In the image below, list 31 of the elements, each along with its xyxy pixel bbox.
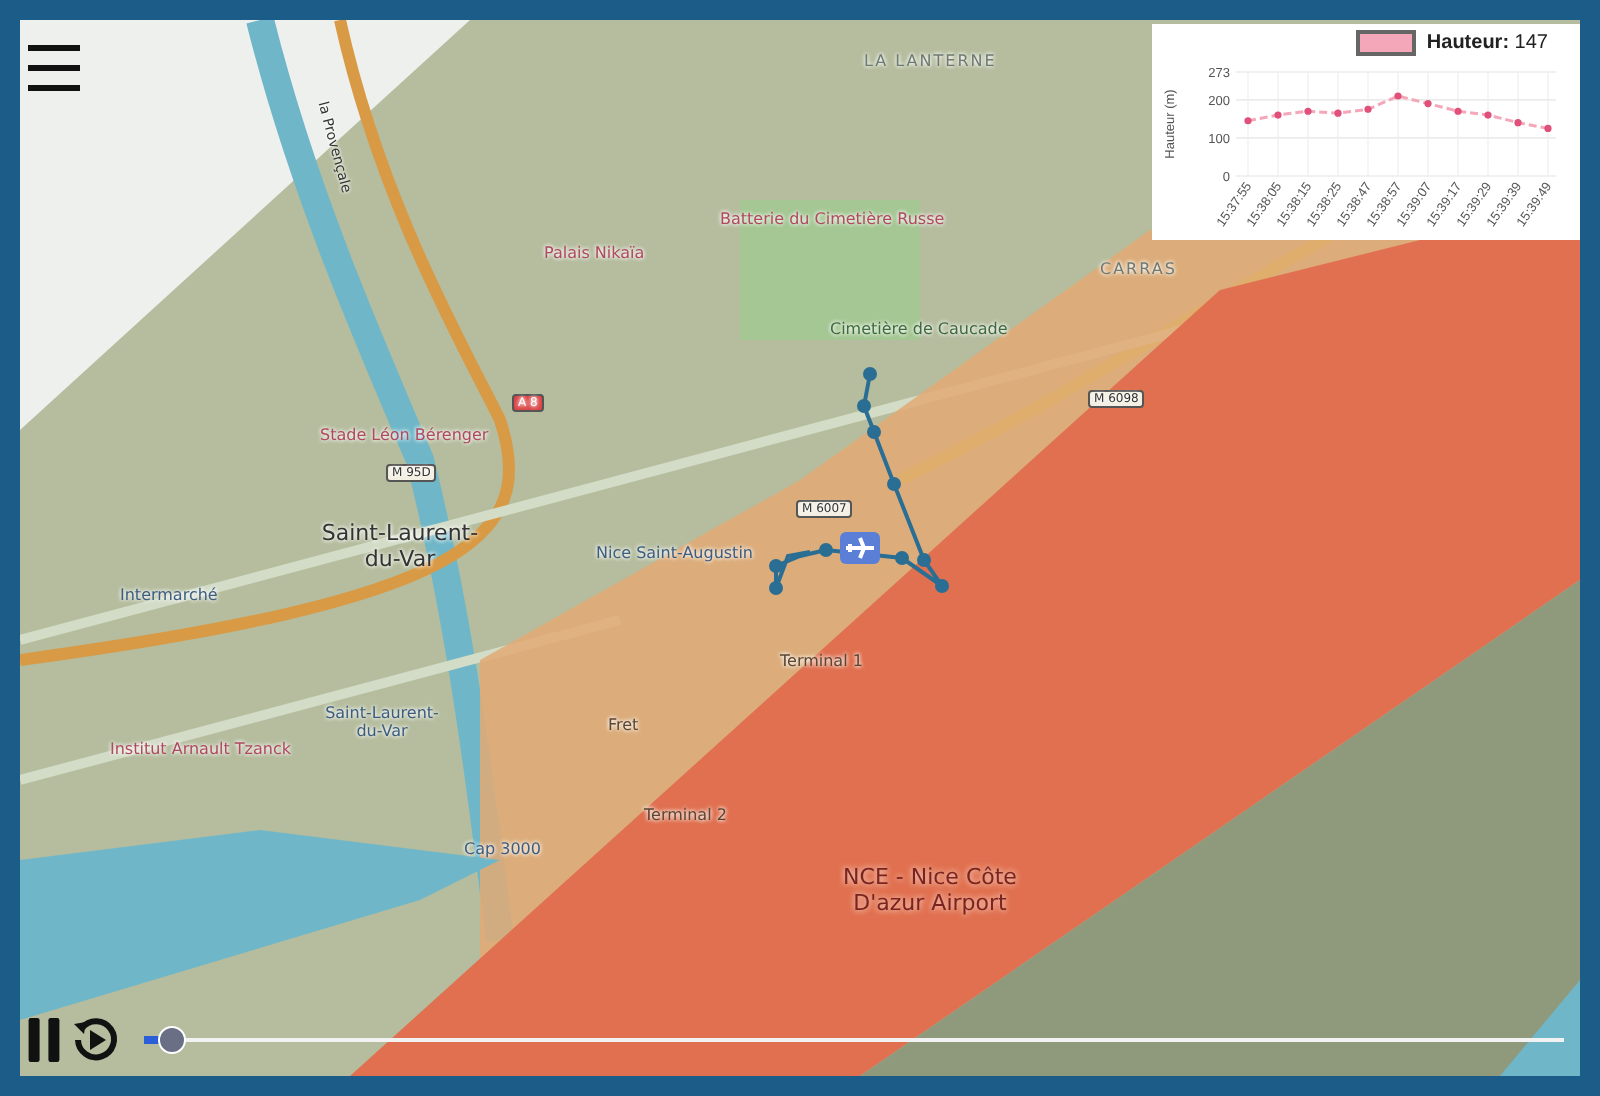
map-label: Fret	[608, 716, 639, 734]
airplane-icon	[840, 532, 880, 564]
legend-label: Hauteur: 147	[1426, 32, 1548, 54]
map-label: Institut Arnault Tzanck	[110, 740, 291, 758]
pause-button[interactable]	[28, 1018, 60, 1062]
data-point	[1274, 111, 1282, 119]
map-label: Terminal 1	[780, 652, 863, 670]
data-point	[1364, 105, 1372, 113]
data-point	[1424, 100, 1432, 108]
map-label: Palais Nikaïa	[544, 244, 645, 262]
data-point	[1334, 109, 1342, 117]
map-label: Saint-Laurent-du-Var	[320, 520, 480, 572]
replay-button[interactable]	[72, 1016, 120, 1064]
map-label: Nice Saint-Augustin	[596, 544, 753, 562]
map-label: LA LANTERNE	[864, 52, 997, 70]
map-label: Cimetière de Caucade	[830, 320, 1008, 338]
map-label: NCE - Nice Côte D'azur Airport	[841, 864, 1019, 916]
map-label: Saint-Laurent-du-Var	[323, 704, 441, 740]
data-point	[1544, 124, 1552, 132]
data-point	[1454, 107, 1462, 115]
menu-icon[interactable]	[28, 44, 80, 92]
data-point	[1484, 111, 1492, 119]
map-label: Terminal 2	[644, 806, 727, 824]
data-point	[1514, 119, 1522, 127]
map-label: Intermarché	[120, 586, 218, 604]
data-point	[1304, 107, 1312, 115]
data-point	[1394, 92, 1402, 100]
data-point	[1244, 117, 1252, 125]
map-label: CARRAS	[1100, 260, 1177, 278]
progress-slider[interactable]	[144, 1026, 1564, 1054]
map-label: Batterie du Cimetière Russe	[720, 210, 945, 228]
